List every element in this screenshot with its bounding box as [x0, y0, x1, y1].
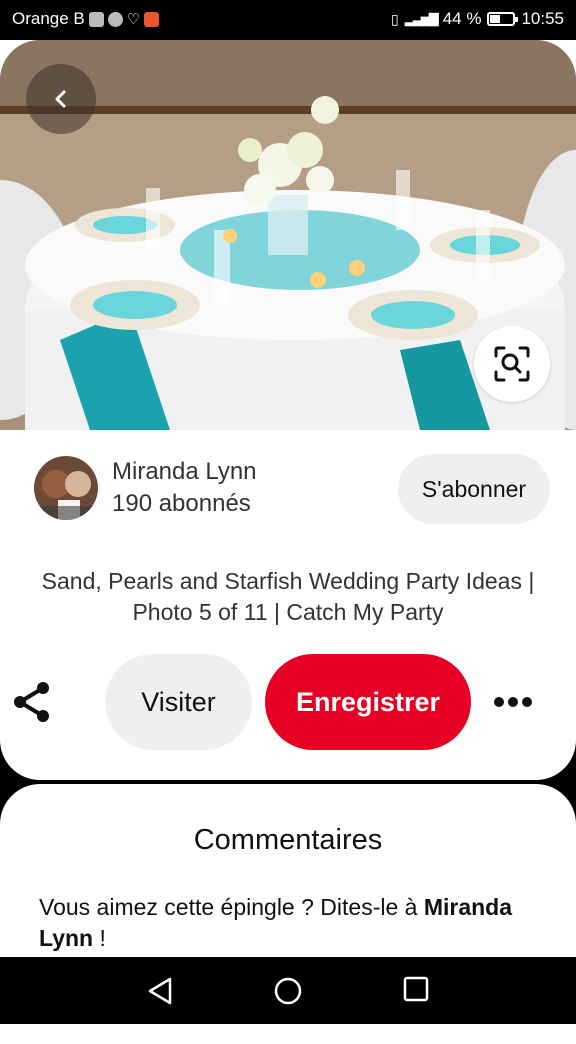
back-button[interactable] — [26, 64, 96, 134]
chrome-icon — [107, 11, 123, 27]
signal-icon: ▂▃▅▇ — [404, 11, 439, 26]
creator-name[interactable]: Miranda Lynn — [112, 458, 257, 486]
save-button[interactable]: Enregistrer — [265, 654, 471, 750]
pin-card: Miranda Lynn 190 abonnés S'abonner Sand,… — [0, 40, 576, 780]
lens-search-icon — [494, 346, 530, 382]
heart-icon: ♡ — [126, 11, 141, 28]
comments-prompt-text: Vous aimez cette épingle ? Dites-le à — [39, 894, 424, 920]
status-right: ▯ ▂▃▅▇ 44 % 10:55 — [391, 9, 564, 29]
battery-percent: 44 % — [442, 9, 482, 28]
clock: 10:55 — [521, 9, 564, 28]
chevron-left-icon — [55, 90, 66, 108]
follow-button[interactable]: S'abonner — [398, 454, 550, 524]
more-dot-icon — [522, 697, 532, 707]
navigation-bar — [0, 957, 576, 1024]
app-icon — [144, 11, 160, 27]
creator-avatar[interactable] — [34, 456, 98, 520]
gallery-icon — [88, 11, 104, 27]
pin-title: Sand, Pearls and Starfish Wedding Party … — [41, 568, 535, 625]
share-button[interactable] — [12, 680, 52, 724]
comments-prompt-suffix: ! — [93, 925, 106, 951]
carrier-label: Orange B — [12, 9, 85, 28]
avatar-image — [34, 456, 98, 520]
more-dot-icon — [508, 697, 518, 707]
more-options-button[interactable] — [494, 692, 536, 712]
comments-heading: Commentaires — [193, 824, 383, 856]
comments-prompt: Vous aimez cette épingle ? Dites-le à Mi… — [39, 892, 539, 954]
follower-count: 190 abonnés — [112, 490, 251, 517]
battery-fill — [490, 15, 501, 23]
vibrate-icon: ▯ — [390, 10, 399, 27]
status-bar: Orange B ♡ ▯ ▂▃▅▇ 44 % 10:55 — [0, 0, 576, 40]
nav-home-icon[interactable] — [273, 976, 303, 1006]
visual-search-button[interactable] — [474, 326, 550, 402]
visit-button[interactable]: Visiter — [105, 654, 252, 750]
share-icon — [14, 682, 49, 722]
nav-back-icon[interactable] — [146, 976, 174, 1006]
battery-icon — [487, 12, 519, 26]
more-dot-icon — [494, 697, 504, 707]
status-left: Orange B ♡ — [12, 9, 160, 29]
nav-recents-icon[interactable] — [403, 976, 429, 1002]
